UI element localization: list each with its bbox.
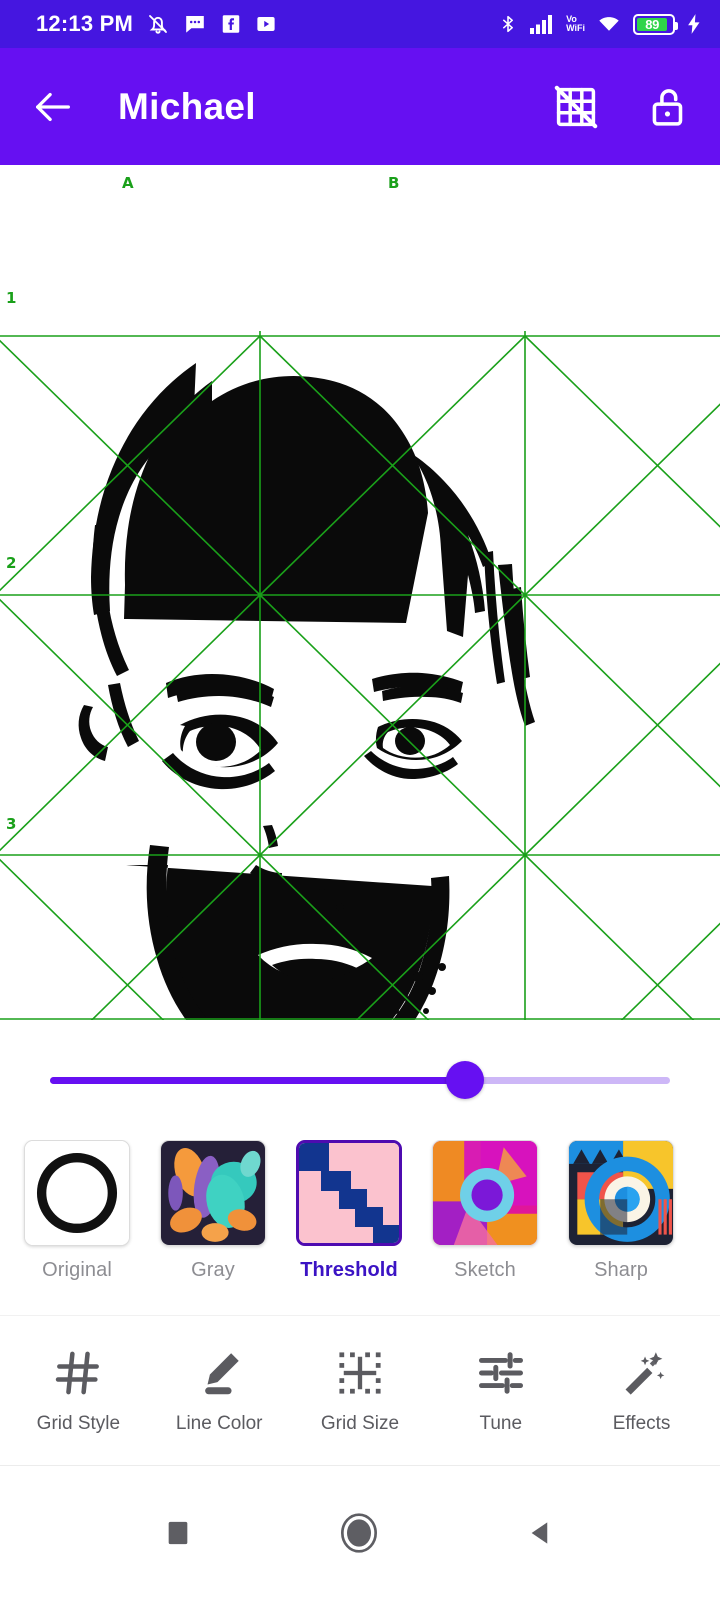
grid-row-label-3: 3 bbox=[6, 815, 17, 833]
tool-effects[interactable]: Effects bbox=[576, 1347, 708, 1435]
grid-row-label-1: 1 bbox=[6, 289, 17, 307]
magenta-ring-thumb bbox=[433, 1141, 537, 1245]
tool-label-effects: Effects bbox=[612, 1412, 671, 1434]
grid-toggle-button[interactable] bbox=[552, 83, 600, 131]
filter-thumb-threshold bbox=[296, 1140, 402, 1246]
lock-open-icon bbox=[652, 88, 683, 126]
square-icon bbox=[168, 1521, 187, 1545]
bottom-toolbar: Grid Style Line Color Grid Size Tune Eff… bbox=[0, 1315, 720, 1465]
tool-tune[interactable]: Tune bbox=[435, 1347, 567, 1435]
vowifi-icon: Vo WiFi bbox=[566, 14, 585, 34]
slider-fill bbox=[50, 1076, 466, 1084]
facebook-icon bbox=[222, 15, 240, 33]
filter-label-original: Original bbox=[42, 1259, 112, 1281]
circle-outline-thumb bbox=[25, 1141, 129, 1245]
bluetooth-icon bbox=[503, 15, 514, 33]
charging-bolt-icon bbox=[688, 14, 700, 34]
slider-thumb[interactable] bbox=[446, 1061, 485, 1099]
slider-section bbox=[0, 1020, 720, 1140]
filter-label-sketch: Sketch bbox=[454, 1259, 516, 1281]
tool-grid-style[interactable]: Grid Style bbox=[12, 1347, 144, 1435]
bauhaus-circles-thumb bbox=[569, 1141, 673, 1245]
status-bar-clock: 12:13 PM bbox=[36, 11, 133, 36]
filter-label-gray: Gray bbox=[191, 1259, 235, 1281]
battery-percent-label: 89 bbox=[637, 17, 668, 31]
filter-strip[interactable]: Original Gray Threshold Sketch Sharp bbox=[0, 1140, 720, 1315]
filter-item-original[interactable]: Original bbox=[18, 1140, 136, 1282]
tool-label-grid-style: Grid Style bbox=[36, 1412, 121, 1434]
tool-label-tune: Tune bbox=[479, 1412, 523, 1434]
filter-label-threshold: Threshold bbox=[300, 1259, 398, 1281]
fluid-abstract-thumb bbox=[161, 1141, 265, 1245]
message-icon bbox=[186, 16, 204, 33]
nav-back-button[interactable] bbox=[526, 1518, 556, 1548]
dotted-grid-icon bbox=[339, 1351, 381, 1394]
android-nav-bar bbox=[0, 1465, 720, 1600]
status-bar: 12:13 PM Vo WiFi 89 bbox=[0, 0, 720, 48]
tool-label-line-color: Line Color bbox=[175, 1412, 263, 1434]
grid-overlay bbox=[0, 331, 720, 1020]
sliders-icon bbox=[478, 1351, 523, 1394]
app-bar-actions bbox=[552, 83, 692, 131]
grid-off-icon bbox=[554, 85, 598, 128]
cellular-signal-icon bbox=[530, 15, 553, 34]
tool-line-color[interactable]: Line Color bbox=[153, 1347, 285, 1435]
filter-item-sharp[interactable]: Sharp bbox=[562, 1140, 680, 1282]
filter-thumb-sketch bbox=[432, 1140, 538, 1246]
image-canvas[interactable]: A B 1 2 3 bbox=[0, 165, 720, 1020]
filter-thumb-gray bbox=[160, 1140, 266, 1246]
page-title: Michael bbox=[118, 85, 256, 127]
grid-column-label-b: B bbox=[388, 174, 400, 192]
youtube-icon bbox=[257, 17, 275, 31]
vowifi-label-bottom: WiFi bbox=[566, 23, 585, 33]
pencil-icon bbox=[205, 1352, 239, 1394]
back-button[interactable] bbox=[30, 84, 76, 130]
filter-thumb-sharp bbox=[568, 1140, 674, 1246]
filter-item-gray[interactable]: Gray bbox=[154, 1140, 272, 1282]
filter-label-sharp: Sharp bbox=[594, 1259, 648, 1281]
lock-button[interactable] bbox=[646, 84, 692, 130]
status-bar-right: Vo WiFi 89 bbox=[498, 13, 702, 35]
tool-label-grid-size: Grid Size bbox=[320, 1412, 400, 1434]
alarm-off-icon bbox=[149, 15, 167, 34]
grid-column-label-a: A bbox=[122, 174, 134, 192]
grid-row-label-2: 2 bbox=[6, 554, 17, 572]
filter-item-threshold[interactable]: Threshold bbox=[290, 1140, 408, 1282]
threshold-slider[interactable] bbox=[50, 1061, 670, 1099]
filter-thumb-original bbox=[24, 1140, 130, 1246]
pink-navy-stairs-thumb bbox=[299, 1143, 399, 1243]
app-bar: Michael bbox=[0, 48, 720, 165]
nav-home-button[interactable] bbox=[339, 1513, 379, 1553]
filter-item-sketch[interactable]: Sketch bbox=[426, 1140, 544, 1282]
arrow-left-icon bbox=[36, 92, 70, 121]
magic-wand-icon bbox=[625, 1351, 664, 1395]
tool-grid-size[interactable]: Grid Size bbox=[294, 1347, 426, 1435]
triangle-back-icon bbox=[531, 1522, 548, 1544]
wifi-icon bbox=[599, 17, 619, 32]
battery-icon: 89 bbox=[633, 13, 678, 35]
app-root: 12:13 PM Vo WiFi 89 Michael A B 1 2 3 Or… bbox=[0, 0, 720, 1600]
status-bar-left: 12:13 PM bbox=[36, 11, 277, 37]
circle-icon bbox=[340, 1513, 377, 1553]
hash-grid-icon bbox=[56, 1351, 100, 1394]
nav-recents-button[interactable] bbox=[164, 1519, 192, 1547]
